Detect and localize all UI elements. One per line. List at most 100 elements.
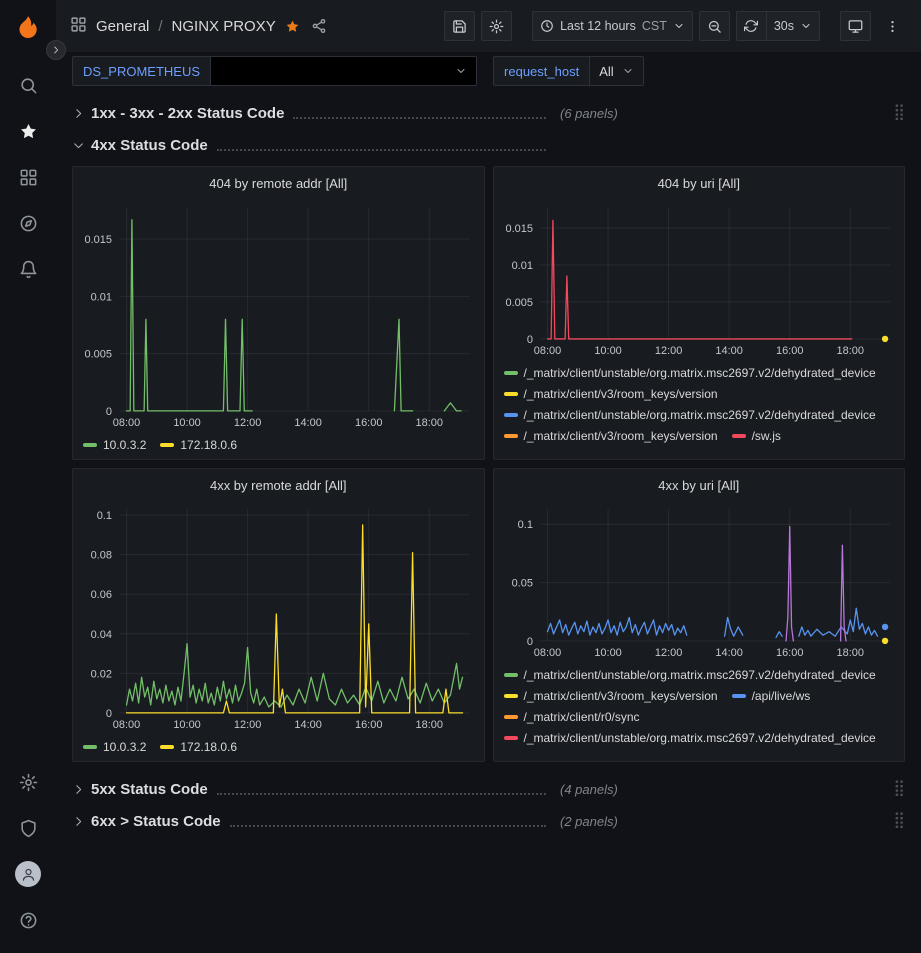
sidebar-item-starred[interactable] (6, 108, 50, 154)
legend-label: /_matrix/client/v3/room_keys/version (524, 387, 718, 401)
legend-color-swatch (83, 745, 97, 749)
gear-icon (489, 19, 504, 34)
legend-item[interactable]: /_matrix/client/r0/sync (504, 706, 640, 727)
legend-item[interactable]: /sw.js (732, 425, 781, 446)
legend-label: /_matrix/client/unstable/org.matrix.msc2… (524, 408, 876, 422)
grafana-logo[interactable] (6, 8, 50, 48)
svg-text:18:00: 18:00 (836, 647, 863, 659)
compass-icon (19, 214, 38, 233)
panel-legend: 10.0.3.2 172.18.0.6 (73, 733, 484, 761)
legend-item[interactable]: 172.18.0.6 (160, 434, 237, 455)
panel-title[interactable]: 404 by remote addr [All] (73, 167, 484, 199)
legend-color-swatch (504, 736, 518, 740)
legend-label: 172.18.0.6 (180, 438, 237, 452)
row-5xx[interactable]: 5xx Status Code (4 panels) ⣿ (72, 774, 905, 804)
row-title: 6xx > Status Code (91, 813, 221, 830)
svg-text:0.06: 0.06 (91, 589, 112, 601)
sidebar-top-nav (6, 62, 50, 292)
legend-item[interactable]: 172.18.0.6 (160, 736, 237, 757)
chevron-right-icon (72, 107, 85, 120)
legend-label: /_matrix/client/unstable/org.matrix.msc2… (524, 731, 876, 745)
kebab-menu-button[interactable] (877, 11, 907, 41)
panel-title[interactable]: 4xx by remote addr [All] (73, 469, 484, 501)
legend-color-swatch (504, 673, 518, 677)
breadcrumb-section[interactable]: General (96, 18, 149, 35)
legend-color-swatch (160, 443, 174, 447)
svg-text:14:00: 14:00 (294, 417, 321, 429)
legend-label: 10.0.3.2 (103, 438, 146, 452)
timeseries-chart[interactable]: 08:0010:0012:0014:0016:0018:0000.050.1 (494, 501, 905, 661)
variable-value-dropdown[interactable]: All (589, 57, 642, 85)
variable-value-dropdown[interactable] (210, 57, 476, 85)
legend-item[interactable]: /_matrix/client/unstable/org.matrix.msc2… (504, 362, 876, 383)
grafana-flame-icon (14, 14, 42, 42)
legend-label: /api/live/ws (752, 689, 811, 703)
sidebar-item-settings[interactable] (6, 759, 50, 805)
sidebar-item-profile[interactable] (6, 851, 50, 897)
sidebar-item-dashboards[interactable] (6, 154, 50, 200)
legend-item[interactable]: /_matrix/client/v3/room_keys/version (504, 685, 718, 706)
row-1xx-3xx-2xx[interactable]: 1xx - 3xx - 2xx Status Code (6 panels) ⣿ (72, 98, 905, 128)
favorite-star-button[interactable] (285, 19, 300, 34)
panel-grid: 404 by remote addr [All] 08:0010:0012:00… (72, 166, 905, 762)
legend-item[interactable]: /_matrix/client/v3/room_keys/version (504, 425, 718, 446)
chevron-right-icon (72, 783, 85, 796)
star-icon (19, 122, 38, 141)
svg-text:0.01: 0.01 (91, 291, 112, 303)
sidebar-item-search[interactable] (6, 62, 50, 108)
timeseries-chart[interactable]: 08:0010:0012:0014:0016:0018:0000.0050.01… (73, 199, 484, 431)
panel-title[interactable]: 4xx by uri [All] (494, 469, 905, 501)
svg-text:0: 0 (106, 708, 112, 720)
legend-color-swatch (504, 715, 518, 719)
svg-text:16:00: 16:00 (775, 345, 802, 357)
row-6xx[interactable]: 6xx > Status Code (2 panels) ⣿ (72, 806, 905, 836)
timeseries-chart[interactable]: 08:0010:0012:0014:0016:0018:0000.0050.01… (494, 199, 905, 359)
refresh-interval-picker[interactable]: 30s (766, 11, 820, 41)
legend-item[interactable]: /_matrix/client/unstable/org.matrix.msc2… (504, 727, 876, 748)
legend-item[interactable]: 10.0.3.2 (83, 434, 146, 455)
time-range-picker[interactable]: Last 12 hours CST (532, 11, 693, 41)
legend-item[interactable]: /_matrix/client/v3/room_keys/version (504, 383, 718, 404)
legend-item[interactable]: /_matrix/client/unstable/org.matrix.msc2… (504, 404, 876, 425)
save-dashboard-button[interactable] (444, 11, 475, 41)
panel-title[interactable]: 404 by uri [All] (494, 167, 905, 199)
legend-color-swatch (732, 434, 746, 438)
chevron-down-icon (673, 20, 685, 32)
breadcrumb: General / NGINX PROXY (70, 16, 327, 36)
row-drag-handle[interactable]: ⣿ (893, 105, 905, 121)
svg-text:0.015: 0.015 (84, 234, 111, 246)
legend-color-swatch (504, 694, 518, 698)
sidebar-item-alerting[interactable] (6, 246, 50, 292)
row-4xx[interactable]: 4xx Status Code (72, 130, 905, 160)
legend-item[interactable]: /api/live/ws (732, 685, 811, 706)
sidebar-item-server-admin[interactable] (6, 805, 50, 851)
timeseries-chart[interactable]: 08:0010:0012:0014:0016:0018:0000.020.040… (73, 501, 484, 733)
share-icon (311, 18, 327, 34)
refresh-button[interactable] (736, 11, 766, 41)
row-drag-handle[interactable]: ⣿ (893, 781, 905, 797)
row-title: 4xx Status Code (91, 137, 208, 154)
sidebar-item-help[interactable] (6, 897, 50, 943)
row-dotted-leader (230, 825, 546, 827)
tv-kiosk-button[interactable] (840, 11, 871, 41)
dashboard-settings-button[interactable] (481, 11, 512, 41)
dashboard-title[interactable]: NGINX PROXY (172, 18, 276, 35)
row-drag-handle[interactable]: ⣿ (893, 813, 905, 829)
svg-text:14:00: 14:00 (715, 345, 742, 357)
row-panel-count: (4 panels) (560, 782, 618, 797)
svg-text:0.005: 0.005 (505, 297, 532, 309)
refresh-group: 30s (736, 11, 820, 41)
legend-item[interactable]: /_matrix/client/unstable/org.matrix.msc2… (504, 664, 876, 685)
sidebar-expand-button[interactable] (46, 40, 66, 60)
zoom-out-time-button[interactable] (699, 11, 730, 41)
svg-text:12:00: 12:00 (234, 417, 261, 429)
legend-item[interactable]: 10.0.3.2 (83, 736, 146, 757)
sidebar-item-explore[interactable] (6, 200, 50, 246)
chevron-down-icon (72, 139, 85, 152)
panel-404-by-remote-addr: 404 by remote addr [All] 08:0010:0012:00… (72, 166, 485, 460)
panel-4xx-by-remote-addr: 4xx by remote addr [All] 08:0010:0012:00… (72, 468, 485, 762)
row-panel-count: (6 panels) (560, 106, 618, 121)
share-button[interactable] (311, 18, 327, 34)
monitor-icon (848, 19, 863, 34)
svg-text:16:00: 16:00 (355, 417, 382, 429)
